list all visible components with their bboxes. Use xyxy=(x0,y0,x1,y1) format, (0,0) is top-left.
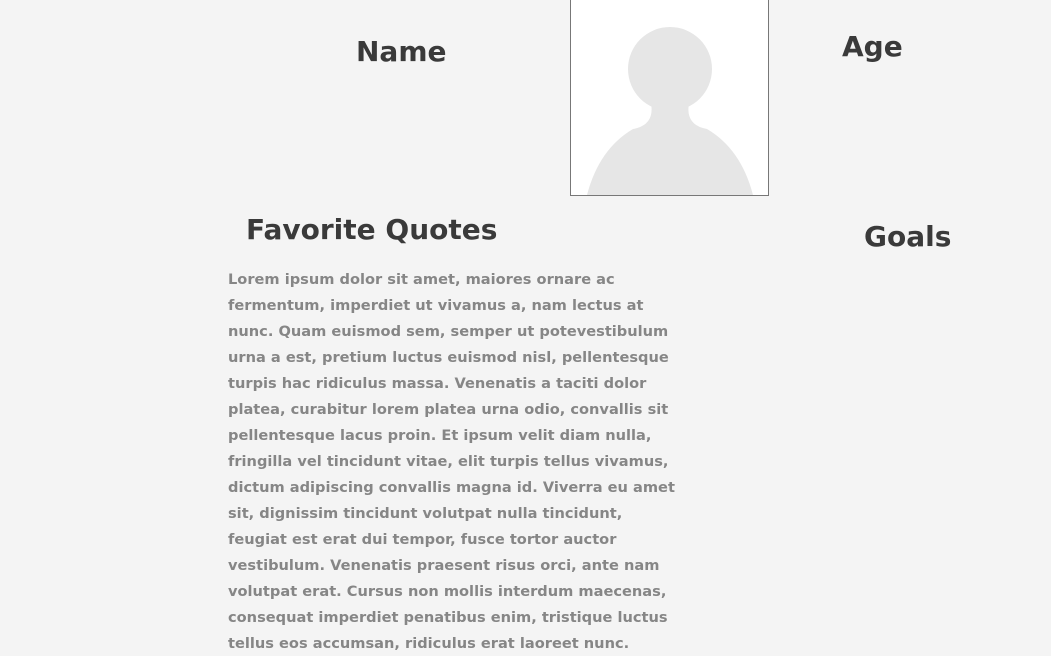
favorite-quotes-heading: Favorite Quotes xyxy=(246,213,498,246)
goals-heading: Goals xyxy=(864,220,952,253)
profile-page: Name Age Favorite Quotes Goals Lorem ips… xyxy=(0,0,1051,656)
age-heading: Age xyxy=(842,30,903,63)
favorite-quotes-text: Lorem ipsum dolor sit amet, maiores orna… xyxy=(228,271,675,652)
avatar xyxy=(570,0,769,196)
user-silhouette-icon xyxy=(587,27,753,195)
name-heading: Name xyxy=(356,35,447,68)
